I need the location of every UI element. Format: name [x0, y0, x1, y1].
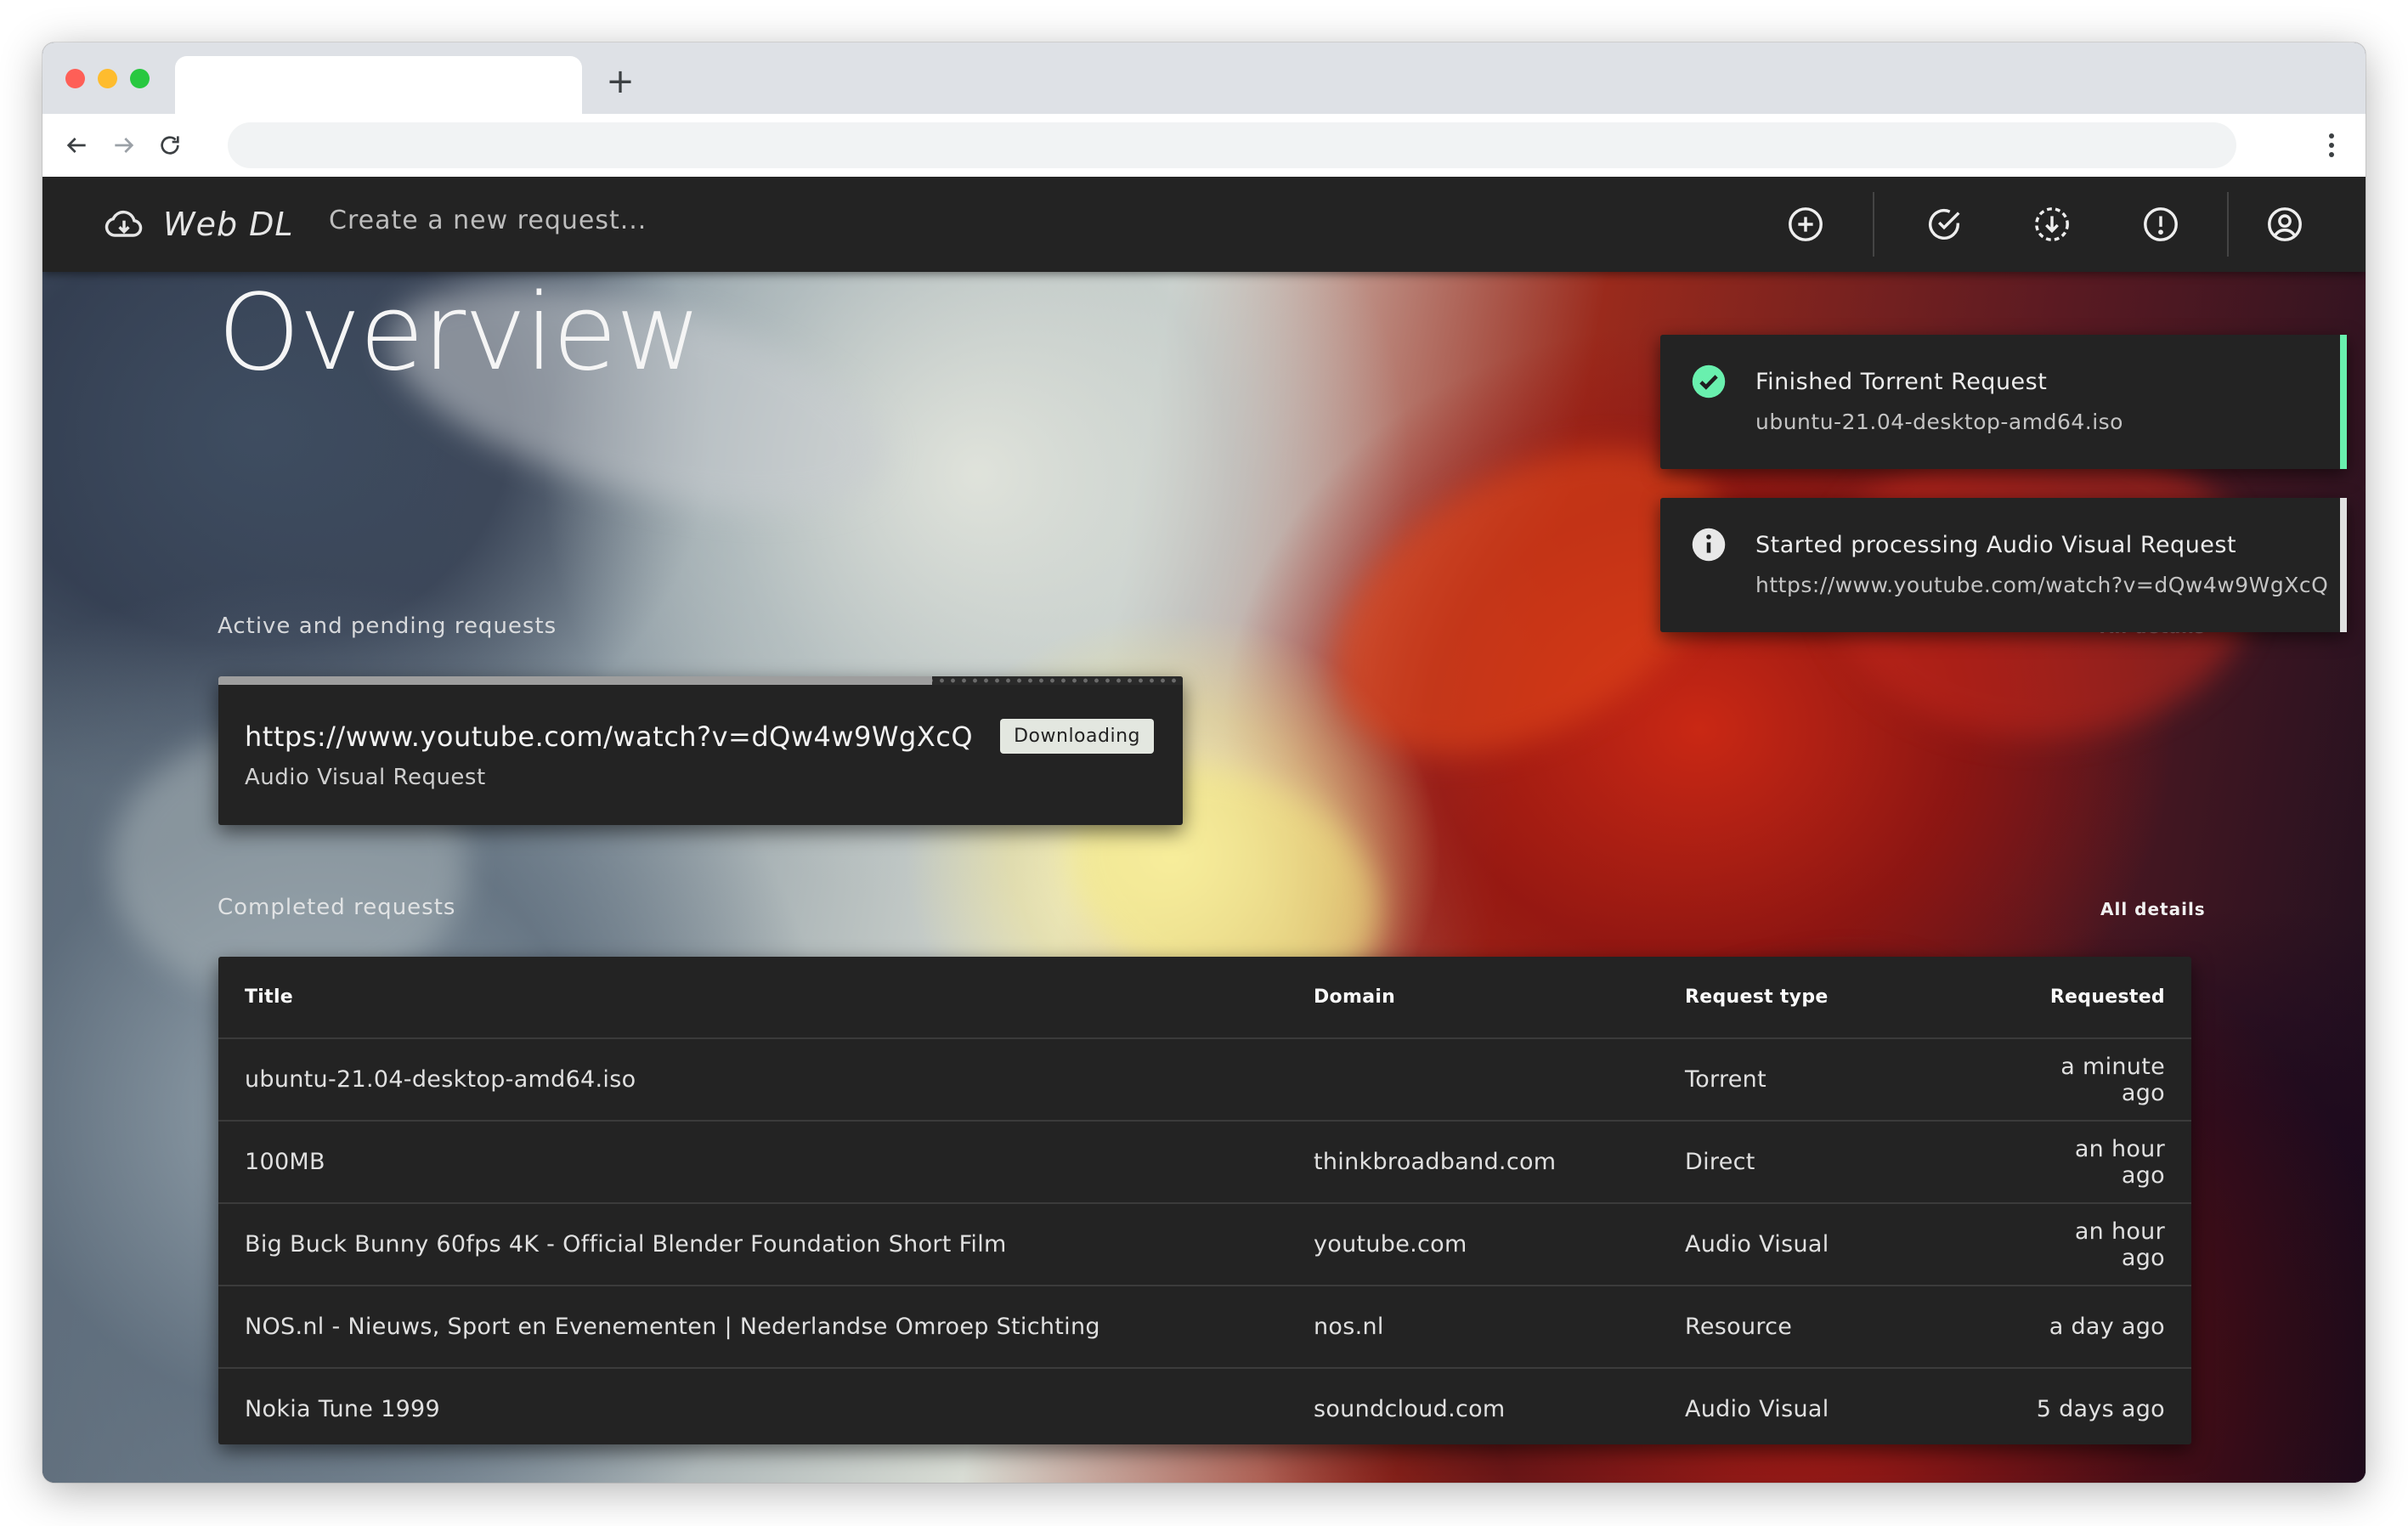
new-request-input[interactable]: Create a new request... — [329, 206, 647, 235]
header-divider — [2227, 192, 2229, 257]
cell-requested: 5 days ago — [2036, 1396, 2165, 1422]
reload-button[interactable] — [150, 125, 190, 166]
cell-domain: nos.nl — [1314, 1286, 1685, 1369]
notification-toast[interactable]: Started processing Audio Visual Request … — [1660, 498, 2347, 632]
check-circle-icon — [1692, 365, 1726, 398]
toast-accent-bar — [2340, 498, 2347, 632]
toast-accent-bar — [2340, 335, 2347, 469]
completed-section-label: Completed requests — [218, 895, 456, 920]
minimize-window-button[interactable] — [98, 69, 117, 88]
cell-requested: a day ago — [2025, 1286, 2191, 1369]
toast-detail: https://www.youtube.com/watch?v=dQw4w9Wg… — [1755, 573, 2329, 597]
cell-domain — [1314, 1038, 1685, 1122]
page-title: Overview — [218, 272, 702, 394]
cell-domain: youtube.com — [1314, 1203, 1685, 1286]
reload-icon — [161, 136, 179, 155]
cell-request-type: Torrent — [1685, 1038, 2025, 1122]
back-button[interactable] — [56, 125, 97, 166]
cloud-download-icon — [102, 202, 146, 246]
table-row[interactable]: 100MB thinkbroadband.com Direct an hour … — [218, 1121, 2191, 1204]
progress-fill — [218, 676, 932, 685]
status-badge: Downloading — [1000, 719, 1154, 754]
browser-tab[interactable] — [175, 56, 582, 114]
browser-toolbar — [42, 114, 2366, 178]
cell-domain: thinkbroadband.com — [1314, 1121, 1685, 1204]
column-header-request-type[interactable]: Request type — [1685, 957, 2025, 1039]
cell-title: NOS.nl - Nieuws, Sport en Evenementen | … — [218, 1286, 1314, 1369]
alert-circle-icon — [2144, 207, 2178, 241]
new-tab-button[interactable]: + — [603, 65, 637, 99]
arrow-right-icon — [115, 138, 134, 153]
forward-button[interactable] — [104, 125, 144, 166]
arrow-left-icon — [66, 138, 86, 153]
cell-domain: soundcloud.com — [1314, 1396, 1506, 1422]
user-circle-icon — [2268, 207, 2302, 241]
active-section-label: Active and pending requests — [218, 613, 557, 639]
failed-button[interactable] — [2135, 199, 2186, 250]
app-header: Web DL Create a new request... — [42, 177, 2366, 272]
download-circle-icon — [2035, 207, 2069, 241]
account-button[interactable] — [2259, 199, 2310, 250]
column-header-domain[interactable]: Domain — [1314, 957, 1685, 1039]
request-url: https://www.youtube.com/watch?v=dQw4w9Wg… — [245, 721, 974, 753]
cell-title: Big Buck Bunny 60fps 4K - Official Blend… — [218, 1203, 1314, 1286]
cell-requested: an hour ago — [2025, 1121, 2191, 1204]
cell-title: 100MB — [218, 1121, 1314, 1204]
table-row[interactable]: Big Buck Bunny 60fps 4K - Official Blend… — [218, 1203, 2191, 1286]
all-details-link[interactable]: All details — [2100, 899, 2206, 919]
progress-bar — [218, 676, 1183, 685]
cell-title: Nokia Tune 1999 — [245, 1396, 441, 1422]
info-circle-icon — [1692, 528, 1726, 562]
app-viewport: Web DL Create a new request... Overview … — [42, 177, 2366, 1483]
toast-detail: ubuntu-21.04-desktop-amd64.iso — [1755, 410, 2123, 434]
column-header-requested[interactable]: Requested — [2025, 957, 2191, 1039]
close-window-button[interactable] — [65, 69, 85, 88]
downloads-button[interactable] — [2026, 199, 2077, 250]
active-request-card[interactable]: https://www.youtube.com/watch?v=dQw4w9Wg… — [218, 676, 1183, 825]
cell-requested: an hour ago — [2025, 1203, 2191, 1286]
address-bar[interactable] — [228, 122, 2236, 168]
completed-button[interactable] — [1919, 199, 1970, 250]
tab-strip: + — [42, 42, 2366, 114]
table-header-row: Title Domain Request type Requested — [218, 957, 2191, 1039]
column-header-title[interactable]: Title — [218, 957, 1314, 1039]
header-divider — [1873, 192, 1874, 257]
cell-title: ubuntu-21.04-desktop-amd64.iso — [218, 1038, 1314, 1122]
cell-request-type: Resource — [1685, 1286, 2025, 1369]
toast-title: Finished Torrent Request — [1755, 369, 2048, 395]
browser-window: + Web DL Create a new request... Overvie… — [42, 42, 2366, 1483]
app-name: Web DL — [163, 206, 294, 243]
brand[interactable]: Web DL — [102, 202, 294, 246]
toast-title: Started processing Audio Visual Request — [1755, 532, 2237, 558]
plus-circle-icon — [1789, 207, 1823, 241]
cell-request-type: Direct — [1685, 1121, 2025, 1204]
notification-toast[interactable]: Finished Torrent Request ubuntu-21.04-de… — [1660, 335, 2347, 469]
maximize-window-button[interactable] — [130, 69, 150, 88]
new-request-button[interactable] — [1780, 199, 1831, 250]
table-row[interactable]: NOS.nl - Nieuws, Sport en Evenementen | … — [218, 1286, 2191, 1369]
more-vertical-icon — [2329, 133, 2334, 157]
cell-request-type: Audio Visual — [1685, 1203, 2025, 1286]
request-type: Audio Visual Request — [245, 765, 486, 790]
table-row[interactable]: ubuntu-21.04-desktop-amd64.iso Torrent a… — [218, 1038, 2191, 1122]
cell-requested: a minute ago — [2025, 1038, 2191, 1122]
check-circle-icon — [1929, 208, 1960, 240]
completed-table: Title Domain Request type Requested ubun… — [218, 957, 2191, 1444]
table-row[interactable]: Nokia Tune 1999 soundcloud.com Audio Vis… — [218, 1368, 2191, 1450]
cell-request-type: Audio Visual — [1685, 1396, 1829, 1422]
browser-menu-button[interactable] — [2315, 125, 2349, 166]
